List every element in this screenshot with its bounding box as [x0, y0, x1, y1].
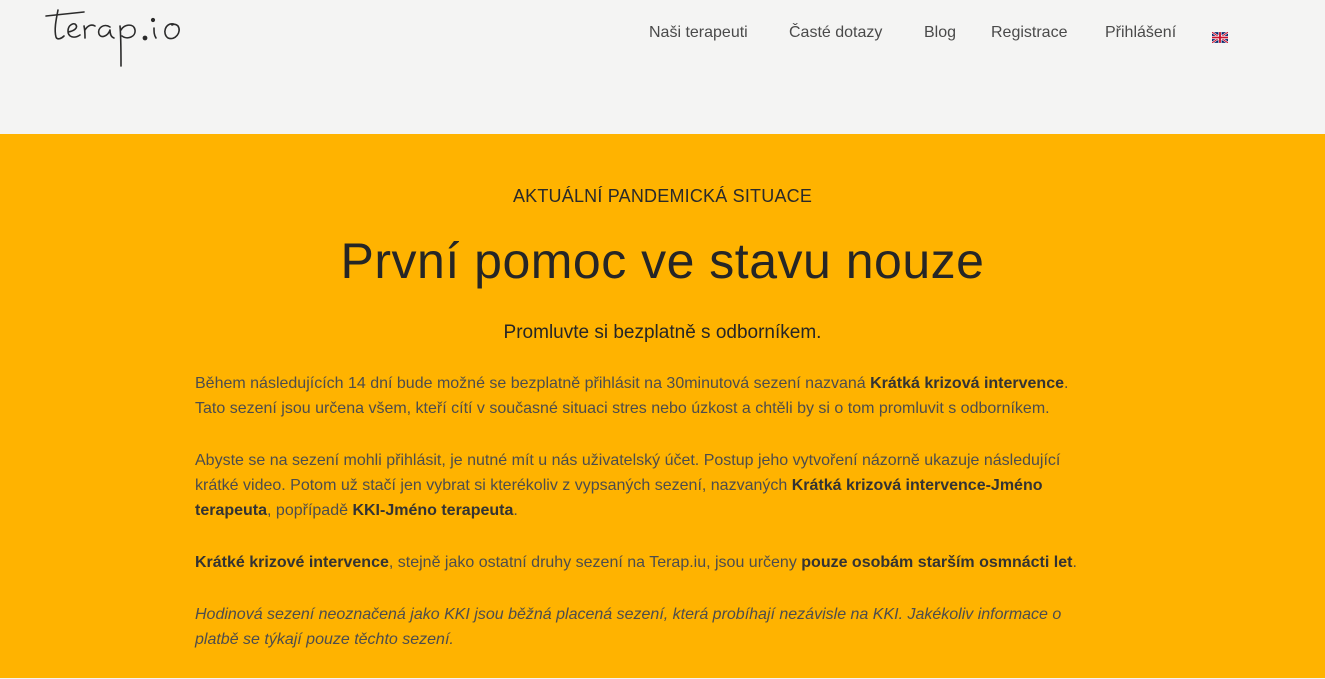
- bold-age-limit: pouze osobám starším osmnácti let: [801, 554, 1073, 571]
- paragraph-payment-note: Hodinová sezení neoznačená jako KKI jsou…: [195, 606, 1062, 648]
- paragraph-age: Krátké krizové intervence, stejně jako o…: [195, 550, 1095, 575]
- text-span: .: [513, 502, 518, 519]
- hero-section: AKTUÁLNÍ PANDEMICKÁ SITUACE První pomoc …: [0, 134, 1325, 678]
- text-span: Během následujících 14 dní bude možné se…: [195, 375, 871, 392]
- paragraph-account: Abyste se na sezení mohli přihlásit, je …: [195, 448, 1095, 523]
- nav-item-prihlaseni[interactable]: Přihlášení: [1105, 24, 1176, 42]
- nav-item-registrace[interactable]: Registrace: [991, 24, 1067, 42]
- paragraph-intro: Během následujících 14 dní bude možné se…: [195, 371, 1095, 421]
- hero-kicker: AKTUÁLNÍ PANDEMICKÁ SITUACE: [512, 186, 813, 206]
- bold-kki-plural: Krátké krizové intervence: [195, 554, 389, 571]
- bold-kki: Krátká krizová intervence: [870, 375, 1064, 392]
- bold-kki-name: KKI-Jméno terapeuta: [352, 502, 514, 519]
- hero-title: První pomoc ve stavu nouze: [340, 233, 985, 289]
- site-header: Naši terapeuti Časté dotazy Blog Registr…: [0, 0, 1325, 134]
- nav-item-blog[interactable]: Blog: [924, 24, 956, 42]
- nav-item-nasi-terapeuti[interactable]: Naši terapeuti: [649, 24, 748, 42]
- main-nav: Naši terapeuti Časté dotazy Blog Registr…: [0, 24, 1325, 50]
- text-span: , popřípadě: [267, 502, 353, 519]
- text-span: .: [1072, 554, 1077, 571]
- nav-item-caste-dotazy[interactable]: Časté dotazy: [789, 24, 882, 42]
- text-span: , stejně jako ostatní druhy sezení na Te…: [388, 554, 802, 571]
- uk-flag-icon: [1212, 32, 1228, 43]
- hero-content: Během následujících 14 dní bude možné se…: [195, 371, 1095, 679]
- hero-subtitle: Promluvte si bezplatně s odborníkem.: [503, 322, 822, 343]
- language-switch-uk-flag-icon[interactable]: [1212, 32, 1228, 43]
